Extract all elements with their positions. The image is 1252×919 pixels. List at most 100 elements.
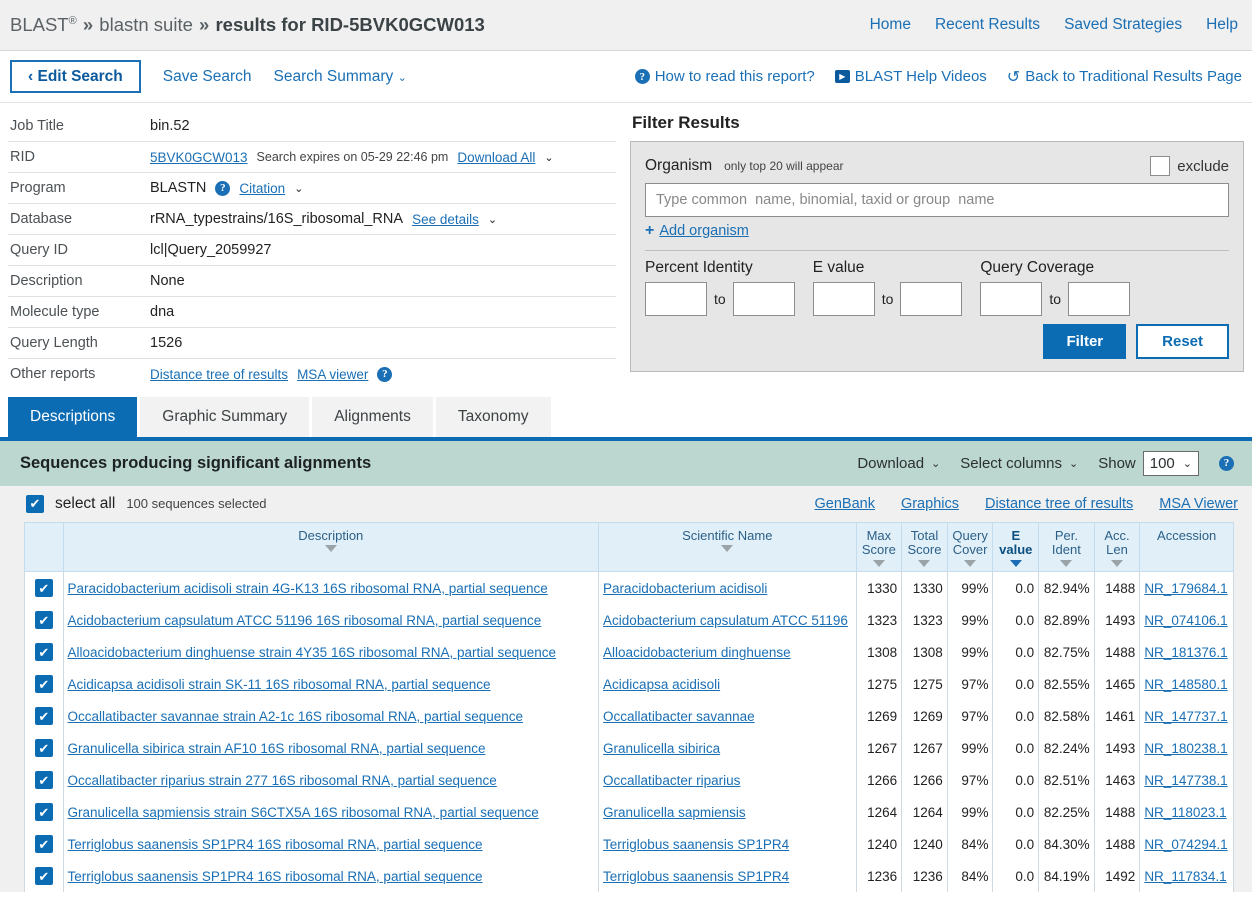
tab-taxonomy[interactable]: Taxonomy xyxy=(435,397,551,437)
row-checkbox[interactable]: ✔ xyxy=(34,579,53,598)
row-description-link[interactable]: Terriglobus saanensis SP1PR4 16S ribosom… xyxy=(68,837,483,852)
row-checkbox[interactable]: ✔ xyxy=(34,611,53,630)
percent-identity-from-input[interactable] xyxy=(645,282,707,316)
reset-button[interactable]: Reset xyxy=(1136,324,1229,359)
rid-link[interactable]: 5BVK0GCW013 xyxy=(150,150,248,165)
citation-link[interactable]: Citation xyxy=(239,181,285,196)
tab-descriptions[interactable]: Descriptions xyxy=(8,397,138,437)
col-description[interactable]: Description xyxy=(62,521,600,573)
row-checkbox[interactable]: ✔ xyxy=(34,739,53,758)
back-to-traditional-link[interactable]: ↺ Back to Traditional Results Page xyxy=(1007,67,1242,87)
organism-input[interactable] xyxy=(645,183,1229,217)
col-e-value-sort-arrow-icon[interactable] xyxy=(1009,560,1022,568)
row-scientific-name-link[interactable]: Occallatibacter riparius xyxy=(603,773,740,788)
download-all-link[interactable]: Download All xyxy=(457,150,535,165)
row-description-link[interactable]: Occallatibacter savannae strain A2-1c 16… xyxy=(68,709,524,724)
row-accession-link[interactable]: NR_074106.1 xyxy=(1144,613,1227,628)
row-description-link[interactable]: Terriglobus saanensis SP1PR4 16S ribosom… xyxy=(68,869,483,884)
row-scientific-name-link[interactable]: Acidobacterium capsulatum ATCC 51196 xyxy=(603,613,848,628)
row-description-link[interactable]: Paracidobacterium acidisoli strain 4G-K1… xyxy=(68,581,548,596)
row-scientific-name-link[interactable]: Paracidobacterium acidisoli xyxy=(603,581,767,596)
save-search-button[interactable]: Save Search xyxy=(163,68,252,86)
exclude-checkbox[interactable] xyxy=(1150,156,1171,176)
row-checkbox[interactable]: ✔ xyxy=(34,771,53,790)
row-checkbox[interactable]: ✔ xyxy=(34,675,53,694)
row-accession-link[interactable]: NR_118023.1 xyxy=(1144,805,1226,820)
row-scientific-name-link[interactable]: Terriglobus saanensis SP1PR4 xyxy=(603,869,789,884)
col-query-cover[interactable]: Query Cover xyxy=(946,521,994,573)
col-scientific-name-sort-arrow-icon[interactable] xyxy=(721,545,734,553)
results-help-question-icon[interactable]: ? xyxy=(1219,455,1234,471)
col-per-ident-sort-arrow-icon[interactable] xyxy=(1060,560,1073,568)
msa-viewer-link[interactable]: MSA viewer xyxy=(297,367,368,382)
row-scientific-name-link[interactable]: Occallatibacter savannae xyxy=(603,709,755,724)
row-accession-link[interactable]: NR_074294.1 xyxy=(1144,837,1227,852)
graphics-link[interactable]: Graphics xyxy=(901,496,959,512)
row-scientific-name-link[interactable]: Acidicapsa acidisoli xyxy=(603,677,720,692)
row-checkbox[interactable]: ✔ xyxy=(34,643,53,662)
row-accession-link[interactable]: NR_180238.1 xyxy=(1144,741,1227,756)
col-scientific-name[interactable]: Scientific Name xyxy=(598,521,857,573)
nav-recent-results[interactable]: Recent Results xyxy=(935,16,1040,34)
row-description-link[interactable]: Acidicapsa acidisoli strain SK-11 16S ri… xyxy=(68,677,491,692)
genbank-link[interactable]: GenBank xyxy=(814,496,874,512)
blast-help-videos-link[interactable]: ▶ BLAST Help Videos xyxy=(834,68,987,85)
row-accession-link[interactable]: NR_148580.1 xyxy=(1144,677,1227,692)
row-description-link[interactable]: Occallatibacter riparius strain 277 16S … xyxy=(68,773,497,788)
search-summary-button[interactable]: Search Summary ⌄ xyxy=(274,68,407,86)
row-checkbox[interactable]: ✔ xyxy=(34,803,53,822)
nav-home[interactable]: Home xyxy=(870,16,911,34)
add-organism-link[interactable]: Add organism xyxy=(659,223,748,239)
row-accession-link[interactable]: NR_147738.1 xyxy=(1144,773,1227,788)
filter-button[interactable]: Filter xyxy=(1043,324,1127,359)
row-scientific-name-link[interactable]: Alloacidobacterium dinghuense xyxy=(603,645,791,660)
edit-search-button[interactable]: ‹ Edit Search xyxy=(10,59,141,94)
select-columns-menu[interactable]: Select columns ⌄ xyxy=(960,455,1078,472)
row-accession-link[interactable]: NR_117834.1 xyxy=(1144,869,1226,884)
row-accession-link[interactable]: NR_179684.1 xyxy=(1144,581,1227,596)
row-checkbox[interactable]: ✔ xyxy=(34,707,53,726)
row-scientific-name-link[interactable]: Terriglobus saanensis SP1PR4 xyxy=(603,837,789,852)
see-details-chevron-down-icon[interactable]: ⌄ xyxy=(488,213,497,226)
row-scientific-name-link[interactable]: Granulicella sibirica xyxy=(603,741,720,756)
download-all-chevron-down-icon[interactable]: ⌄ xyxy=(544,151,553,164)
other-reports-question-icon[interactable]: ? xyxy=(377,366,393,382)
row-checkbox[interactable]: ✔ xyxy=(34,835,53,854)
show-count-select[interactable]: 100 ⌄ xyxy=(1142,450,1199,476)
distance-tree-link[interactable]: Distance tree of results xyxy=(150,367,288,382)
col-query-cover-sort-arrow-icon[interactable] xyxy=(964,560,977,568)
select-all-checkbox[interactable]: ✔ xyxy=(26,494,44,513)
add-organism-row[interactable]: + Add organism xyxy=(645,222,1229,240)
evalue-to-input[interactable] xyxy=(900,282,963,316)
row-accession-link[interactable]: NR_147737.1 xyxy=(1144,709,1227,724)
col-e-value[interactable]: E value xyxy=(992,521,1040,573)
tab-alignments[interactable]: Alignments xyxy=(312,397,433,437)
query-coverage-from-input[interactable] xyxy=(980,282,1043,316)
col-acc-len[interactable]: Acc. Len xyxy=(1093,521,1141,573)
percent-identity-to-input[interactable] xyxy=(732,282,795,316)
row-scientific-name-link[interactable]: Granulicella sapmiensis xyxy=(603,805,746,820)
col-total-score-sort-arrow-icon[interactable] xyxy=(918,560,931,568)
download-menu[interactable]: Download ⌄ xyxy=(857,455,940,472)
row-description-link[interactable]: Granulicella sibirica strain AF10 16S ri… xyxy=(68,741,486,756)
query-coverage-to-input[interactable] xyxy=(1068,282,1131,316)
see-details-link[interactable]: See details xyxy=(412,212,479,227)
nav-saved-strategies[interactable]: Saved Strategies xyxy=(1064,16,1182,34)
row-accession-link[interactable]: NR_181376.1 xyxy=(1144,645,1227,660)
citation-chevron-down-icon[interactable]: ⌄ xyxy=(294,182,303,195)
col-max-score[interactable]: Max Score xyxy=(855,521,903,573)
row-checkbox[interactable]: ✔ xyxy=(34,867,53,886)
how-to-read-report-link[interactable]: ? How to read this report? xyxy=(634,68,815,85)
col-max-score-sort-arrow-icon[interactable] xyxy=(872,560,885,568)
msa-viewer-link-bottom[interactable]: MSA Viewer xyxy=(1159,496,1238,512)
breadcrumb-suite[interactable]: blastn suite xyxy=(99,14,193,35)
row-description-link[interactable]: Granulicella sapmiensis strain S6CTX5A 1… xyxy=(68,805,539,820)
col-acc-len-sort-arrow-icon[interactable] xyxy=(1110,560,1123,568)
col-per-ident[interactable]: Per. Ident xyxy=(1038,521,1095,573)
row-description-link[interactable]: Acidobacterium capsulatum ATCC 51196 16S… xyxy=(68,613,542,628)
tab-graphic-summary[interactable]: Graphic Summary xyxy=(140,397,310,437)
row-description-link[interactable]: Alloacidobacterium dinghuense strain 4Y3… xyxy=(68,645,557,660)
col-total-score[interactable]: Total Score xyxy=(901,521,948,573)
program-question-icon[interactable]: ? xyxy=(215,180,231,196)
evalue-from-input[interactable] xyxy=(812,282,875,316)
